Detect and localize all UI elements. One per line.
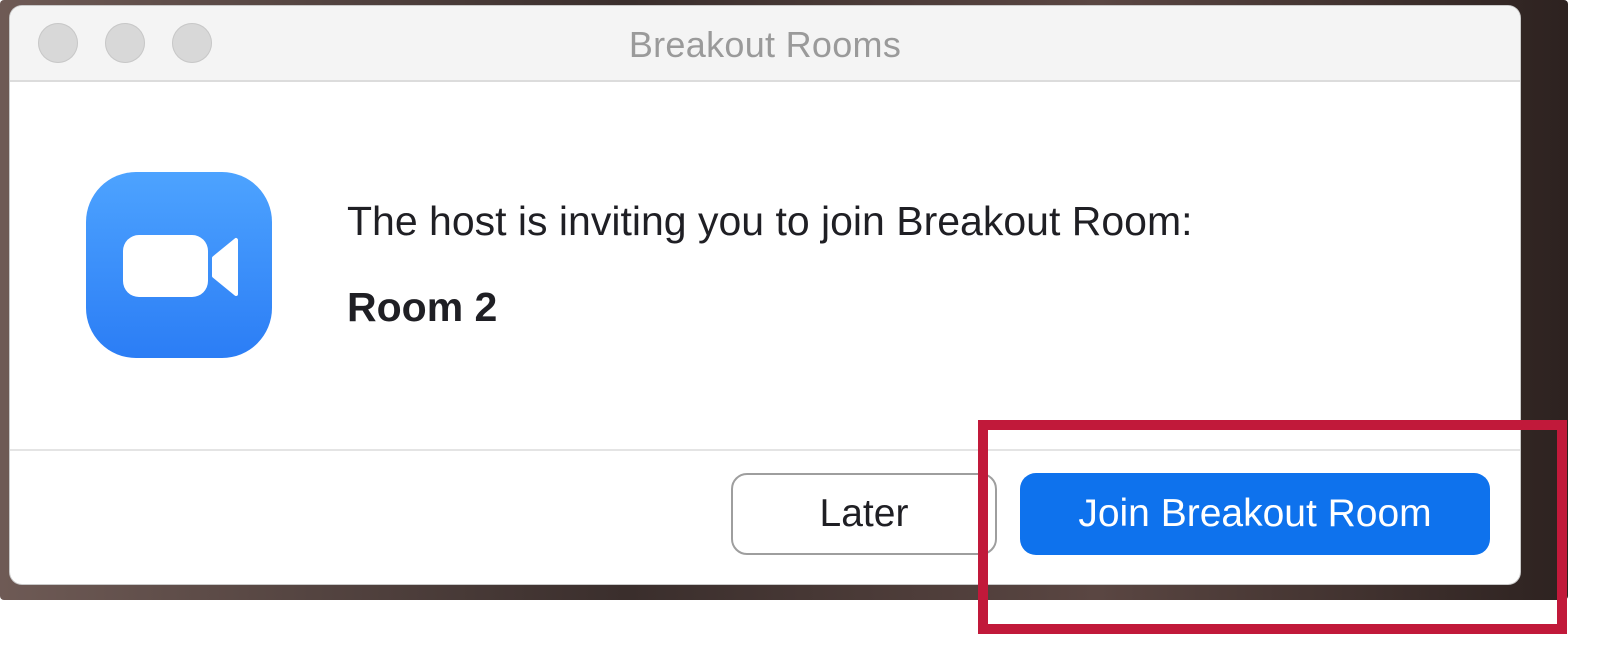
- window-title: Breakout Rooms: [628, 24, 902, 65]
- screenshot: Breakout Rooms The host is inviting you …: [0, 0, 1610, 653]
- highlight-annotation: [978, 420, 1567, 634]
- invite-message: The host is inviting you to join Breakou…: [347, 198, 1193, 244]
- zoom-camera-icon: [86, 172, 272, 358]
- later-button[interactable]: Later: [731, 473, 997, 555]
- room-name: Room 2: [347, 284, 498, 330]
- title-bar: Breakout Rooms: [10, 6, 1520, 82]
